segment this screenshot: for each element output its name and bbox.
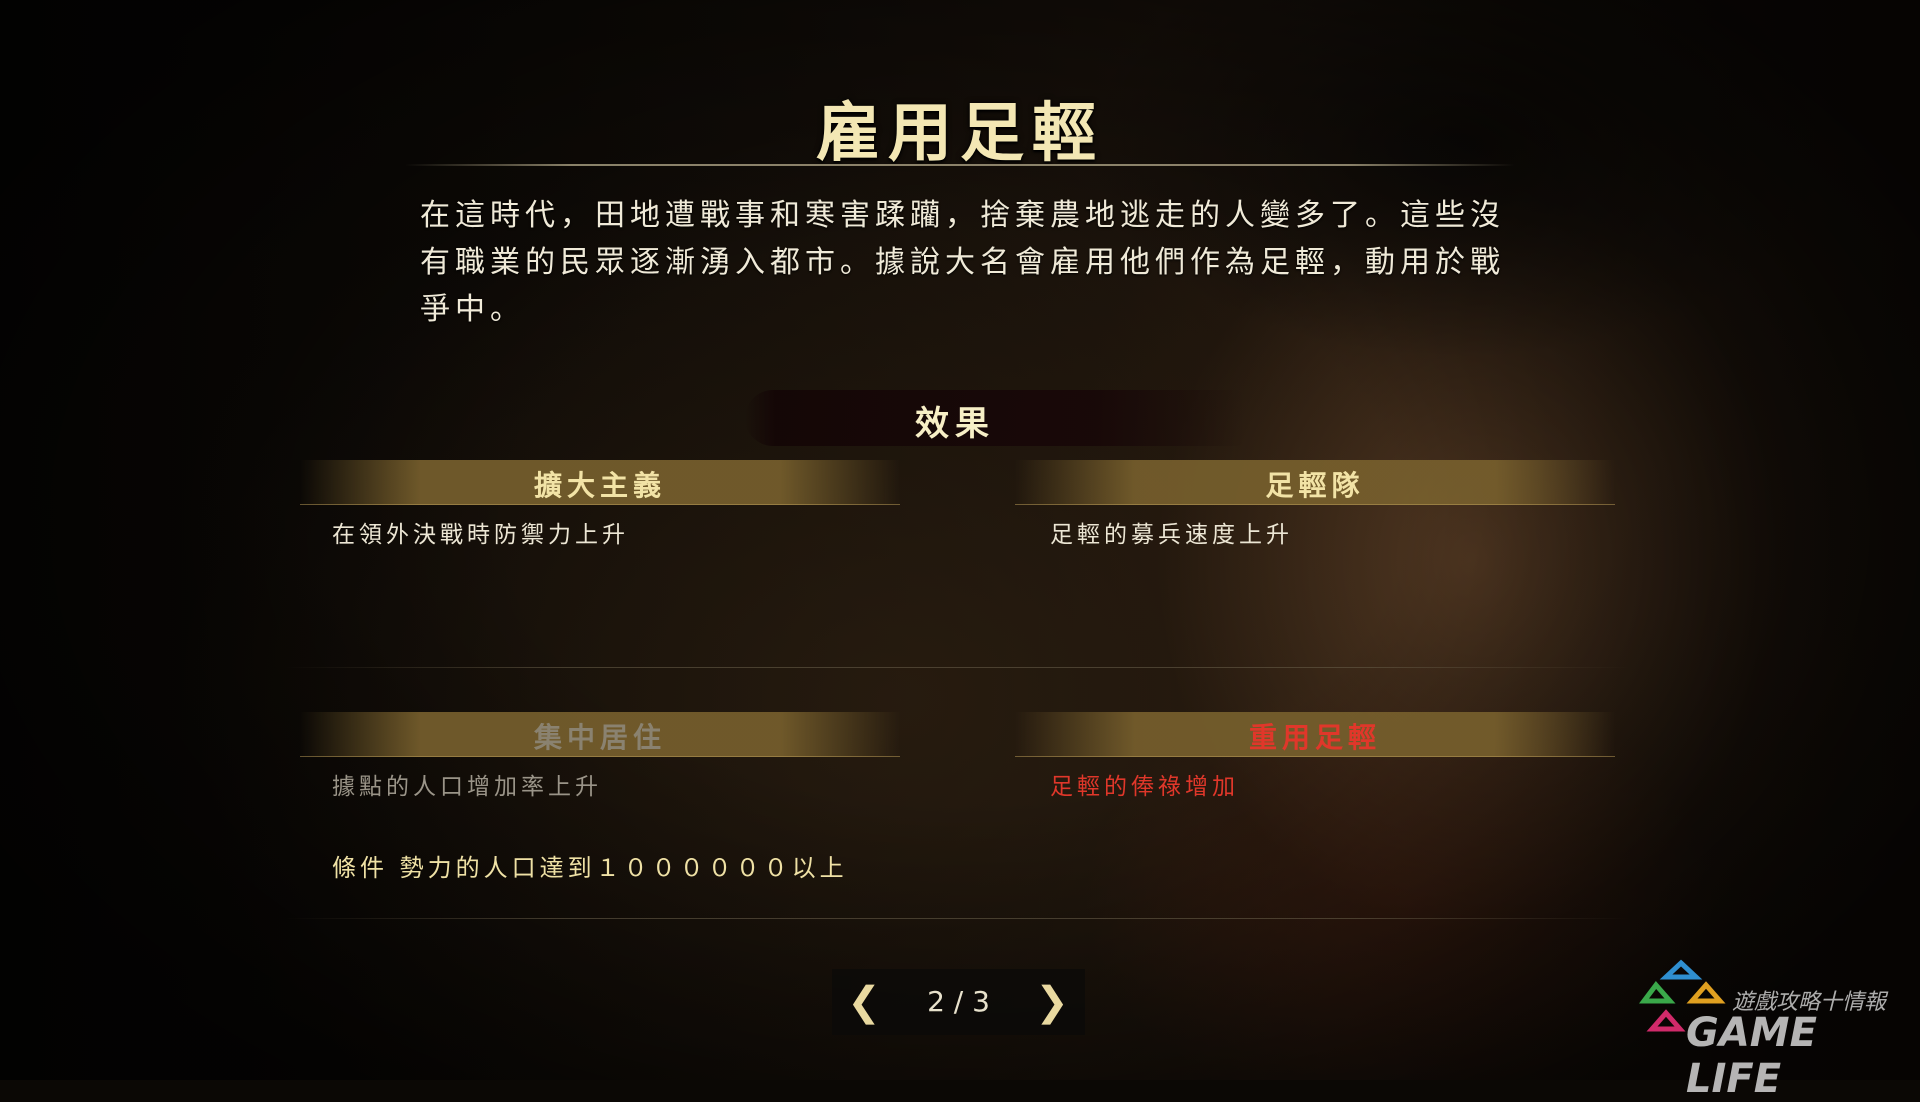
policy-name-3[interactable]: 集中居住 [300, 716, 900, 756]
policy-name-4[interactable]: 重用足輕 [1015, 716, 1615, 756]
row-separator-2 [285, 918, 1630, 919]
policy-effect-4: 足輕的俸祿增加 [1050, 774, 1239, 800]
gamelife-watermark: 遊戲攻略十情報 GAME LIFE [1636, 950, 1906, 1102]
chevron-right-icon[interactable]: ❯ [1032, 977, 1072, 1027]
row-separator-1 [285, 667, 1630, 668]
title-divider [405, 164, 1515, 166]
page-title: 雇用足輕 [816, 96, 1104, 171]
chevron-left-icon[interactable]: ❮ [844, 977, 884, 1027]
policy-name-1[interactable]: 擴大主義 [300, 464, 900, 504]
policy-effect-1: 在領外決戰時防禦力上升 [332, 522, 629, 548]
policy-description: 在這時代，田地遭戰事和寒害蹂躪，捨棄農地逃走的人變多了。這些沒有職業的民眾逐漸湧… [420, 198, 1505, 327]
page-navigator: ❮ 2 / 3 ❯ [832, 969, 1085, 1035]
effect-heading: 效果 [915, 404, 995, 444]
watermark-title: GAME LIFE [1686, 1010, 1817, 1102]
page-indicator: 2 / 3 [927, 985, 990, 1018]
condition-label: 條件 [332, 854, 388, 882]
policy-effect-3: 據點的人口增加率上升 [332, 774, 602, 800]
condition-text: 勢力的人口達到１００００００以上 [399, 854, 848, 882]
policy-name-2[interactable]: 足輕隊 [1015, 464, 1615, 504]
policy-condition: 條件 勢力的人口達到１００００００以上 [332, 848, 848, 883]
policy-effect-2: 足輕的募兵速度上升 [1050, 522, 1293, 548]
